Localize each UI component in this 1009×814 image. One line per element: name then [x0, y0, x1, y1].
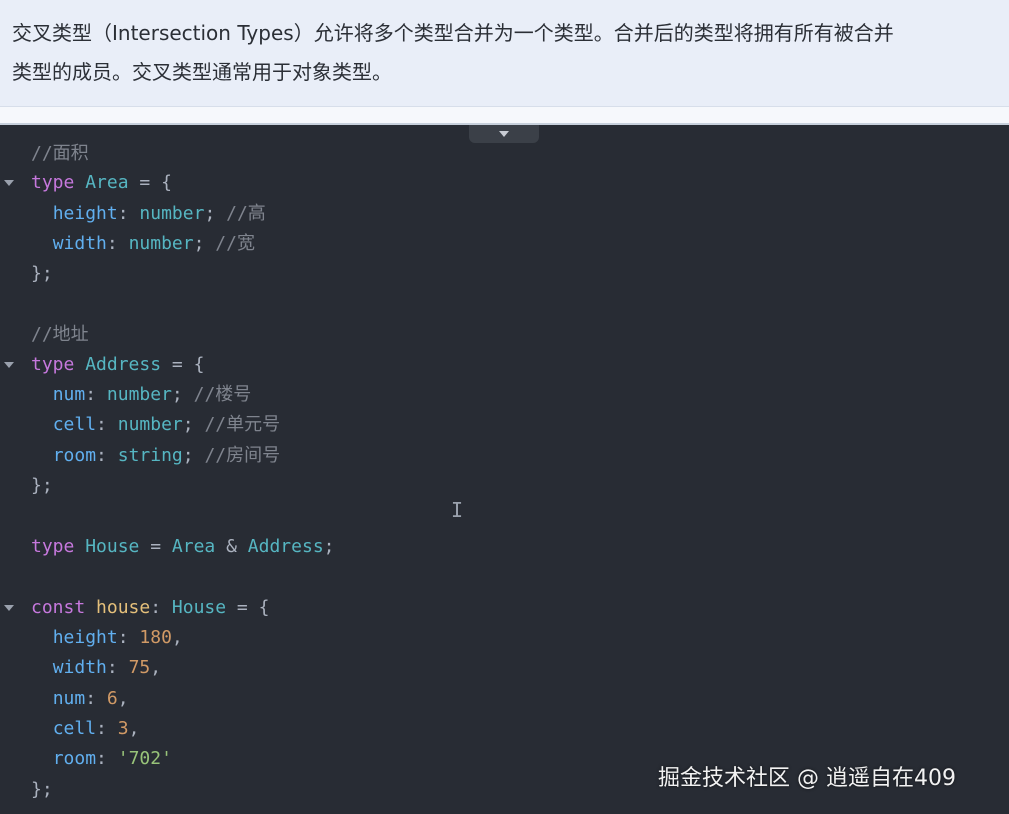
punctuation: };	[31, 779, 53, 800]
type-name: number	[139, 203, 205, 224]
comment: //高	[226, 203, 266, 224]
code-line: room: '702'	[52, 748, 172, 769]
punctuation: };	[31, 475, 53, 496]
section-gap	[0, 107, 1009, 123]
fold-arrow-icon[interactable]	[4, 605, 14, 611]
code-line: };	[31, 259, 53, 289]
string-literal: '702'	[117, 748, 172, 769]
property: room	[52, 748, 97, 769]
property: width	[52, 657, 107, 678]
type-name: Area	[171, 536, 216, 557]
code-line: const house: House = {	[31, 597, 270, 618]
comment: //面积	[31, 143, 89, 164]
property: cell	[52, 718, 97, 739]
comment: //楼号	[193, 384, 252, 405]
comment: //宽	[215, 233, 255, 254]
property: num	[52, 384, 86, 405]
intro-line-2: 类型的成员。交叉类型通常用于对象类型。	[12, 60, 392, 84]
code-line: };	[31, 775, 53, 805]
code-line: type Area = {	[31, 168, 172, 198]
keyword: const	[31, 597, 86, 618]
text-cursor-icon: I	[451, 498, 464, 522]
punctuation: = {	[161, 354, 205, 375]
type-name: number	[106, 384, 172, 405]
punctuation: };	[31, 263, 53, 284]
type-name: House	[171, 597, 227, 618]
number-literal: 3	[117, 718, 129, 739]
code-line: type House = Area & Address;	[31, 536, 335, 557]
comment: //单元号	[204, 414, 281, 435]
variable: house	[96, 597, 151, 618]
intro-paragraph: 交叉类型（Intersection Types）允许将多个类型合并为一个类型。合…	[0, 0, 1009, 107]
keyword: type	[31, 536, 75, 557]
code-line: num: number; //楼号	[52, 384, 252, 405]
number-literal: 6	[106, 688, 118, 709]
type-name: number	[128, 233, 194, 254]
keyword: type	[31, 354, 75, 375]
operator: &	[226, 536, 237, 557]
code-line: //面积	[31, 139, 89, 169]
property: width	[52, 233, 107, 254]
code-line: room: string; //房间号	[52, 445, 281, 466]
code-line: cell: number; //单元号	[52, 414, 281, 435]
code-line: height: 180,	[52, 627, 183, 648]
watermark: 掘金技术社区 @ 逍遥自在409	[658, 766, 956, 791]
code-line: cell: 3,	[52, 718, 140, 739]
collapse-toggle-button[interactable]	[469, 125, 539, 143]
property: height	[52, 627, 118, 648]
property: num	[52, 688, 86, 709]
comment: //地址	[31, 324, 89, 345]
code-line: width: 75,	[52, 657, 162, 678]
code-line: };	[31, 471, 53, 501]
number-literal: 180	[139, 627, 172, 648]
property: height	[52, 203, 118, 224]
intro-line-1: 交叉类型（Intersection Types）允许将多个类型合并为一个类型。合…	[12, 21, 894, 45]
property: cell	[52, 414, 97, 435]
number-literal: 75	[128, 657, 151, 678]
type-name: Address	[247, 536, 324, 557]
code-line: height: number; //高	[52, 203, 266, 224]
code-line: num: 6,	[52, 688, 129, 709]
type-name: House	[85, 536, 140, 557]
fold-arrow-icon[interactable]	[4, 362, 14, 368]
type-name: string	[117, 445, 183, 466]
punctuation: = {	[128, 172, 172, 193]
comment: //房间号	[204, 445, 281, 466]
fold-arrow-icon[interactable]	[4, 180, 14, 186]
code-line: //地址	[31, 320, 89, 350]
type-name: Area	[85, 172, 129, 193]
chevron-down-icon	[499, 131, 509, 137]
type-name: number	[117, 414, 183, 435]
code-line: width: number; //宽	[52, 233, 255, 254]
keyword: type	[31, 172, 75, 193]
type-name: Address	[85, 354, 162, 375]
property: room	[52, 445, 97, 466]
code-line: type Address = {	[31, 350, 204, 380]
